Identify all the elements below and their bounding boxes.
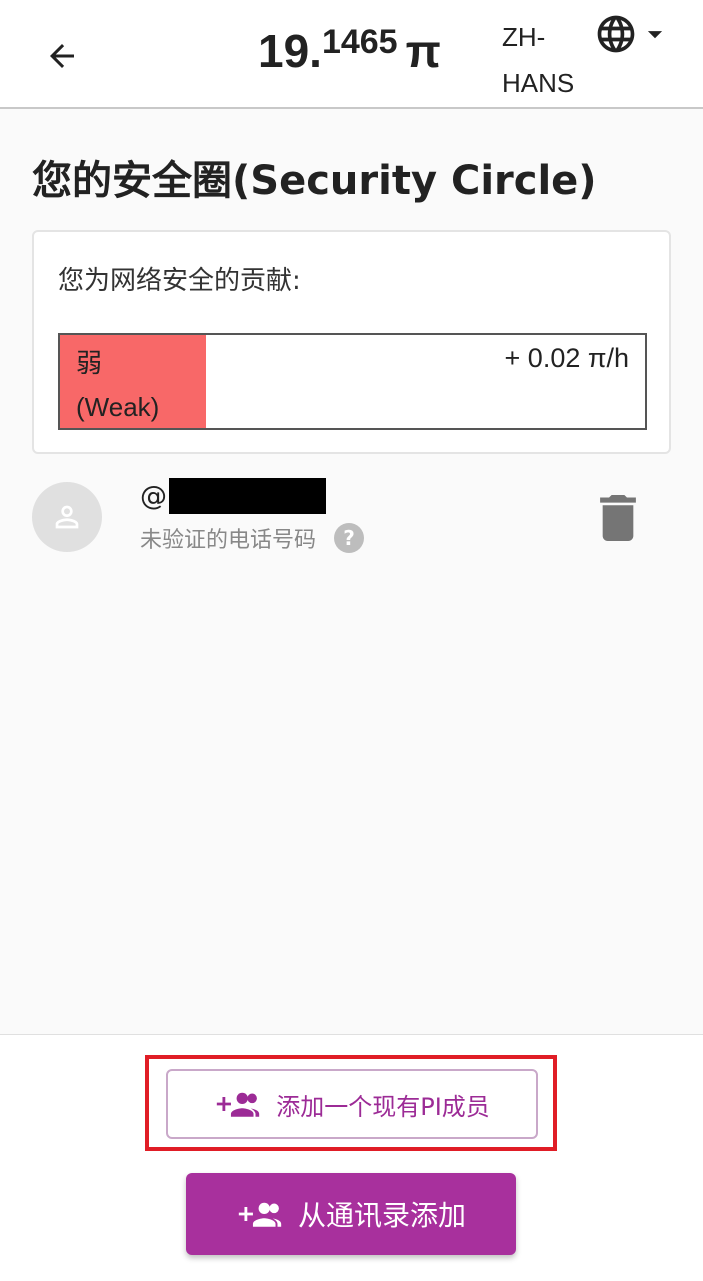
contribution-level: 弱 (Weak) <box>76 348 160 422</box>
add-group-icon <box>236 1199 284 1229</box>
language-label[interactable]: ZH- HANS <box>502 14 602 106</box>
member-list-item[interactable]: @ 未验证的电话号码 ? <box>0 470 703 570</box>
caret-down-icon <box>647 31 663 39</box>
add-existing-member-label: 添加一个现有PI成员 <box>276 1092 490 1121</box>
balance-unit: π <box>405 25 441 77</box>
language-selector[interactable] <box>594 12 680 56</box>
contribution-label: 您为网络安全的贡献: <box>58 266 301 296</box>
person-icon <box>55 505 79 529</box>
back-button[interactable] <box>40 34 84 78</box>
avatar <box>32 482 102 552</box>
question-icon[interactable]: ? <box>334 523 365 553</box>
add-from-contacts-button[interactable]: 从通讯录添加 <box>186 1173 516 1255</box>
arrow-left-icon <box>50 44 74 68</box>
bottom-action-bar: 添加一个现有PI成员 从通讯录添加 <box>0 1034 703 1281</box>
trash-icon <box>600 495 636 541</box>
globe-icon <box>597 15 635 53</box>
username-redaction <box>169 478 326 514</box>
add-from-contacts-label: 从通讯录添加 <box>297 1199 466 1232</box>
member-username: @ <box>140 478 326 514</box>
member-status: 未验证的电话号码 ? <box>140 522 365 554</box>
delete-member-button[interactable] <box>598 494 638 542</box>
contribution-meter: 弱 (Weak) + 0.02 π/h <box>58 333 647 430</box>
add-existing-member-button[interactable]: 添加一个现有PI成员 <box>166 1069 538 1139</box>
page-title: 您的安全圈(Security Circle) <box>32 158 597 204</box>
add-group-icon <box>214 1089 262 1119</box>
balance-fraction: 1465 <box>321 23 398 61</box>
balance-integer: 19. <box>258 25 322 77</box>
contribution-rate: + 0.02 π/h <box>504 343 629 373</box>
pi-balance: 19.1465 π <box>258 23 441 84</box>
top-bar: 19.1465 π ZH- HANS <box>0 0 703 109</box>
username-prefix: @ <box>140 480 167 512</box>
member-status-text: 未验证的电话号码 <box>140 528 317 553</box>
contribution-card: 您为网络安全的贡献: 弱 (Weak) + 0.02 π/h <box>32 230 671 454</box>
